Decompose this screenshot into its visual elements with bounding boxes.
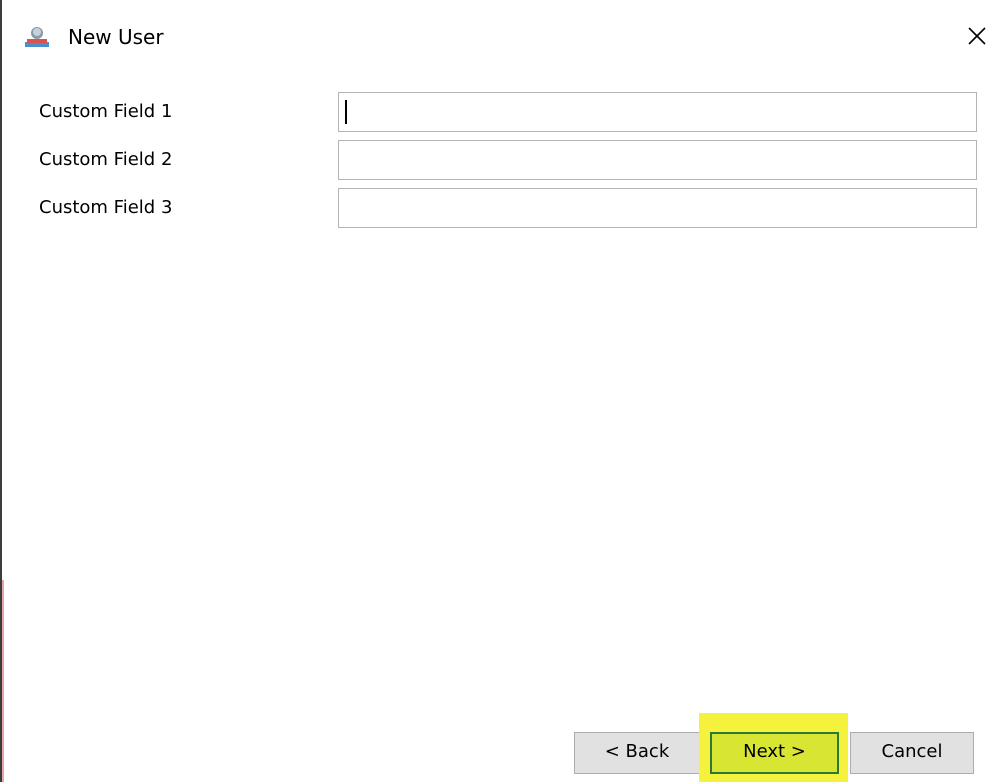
custom-field-2-input[interactable] <box>338 140 977 180</box>
text-caret <box>345 100 347 124</box>
custom-field-3-input[interactable] <box>338 188 977 228</box>
next-button[interactable]: Next > <box>710 732 839 774</box>
cancel-button[interactable]: Cancel <box>850 732 974 774</box>
window-title: New User <box>68 25 164 49</box>
custom-field-2-label: Custom Field 2 <box>39 149 173 170</box>
new-user-dialog: New User Custom Field 1 Custom Field 2 C… <box>0 0 997 782</box>
title-bar: New User <box>2 0 997 76</box>
close-button[interactable] <box>957 16 997 56</box>
window-edge-accent <box>2 580 4 782</box>
custom-field-3-row: Custom Field 3 <box>2 188 997 228</box>
custom-field-3-label: Custom Field 3 <box>39 197 173 218</box>
close-icon <box>968 27 986 45</box>
user-icon <box>24 25 50 49</box>
custom-field-1-label: Custom Field 1 <box>39 101 173 122</box>
custom-field-1-input[interactable] <box>338 92 977 132</box>
custom-field-1-row: Custom Field 1 <box>2 92 997 132</box>
back-button[interactable]: < Back <box>574 732 700 774</box>
custom-field-2-row: Custom Field 2 <box>2 140 997 180</box>
